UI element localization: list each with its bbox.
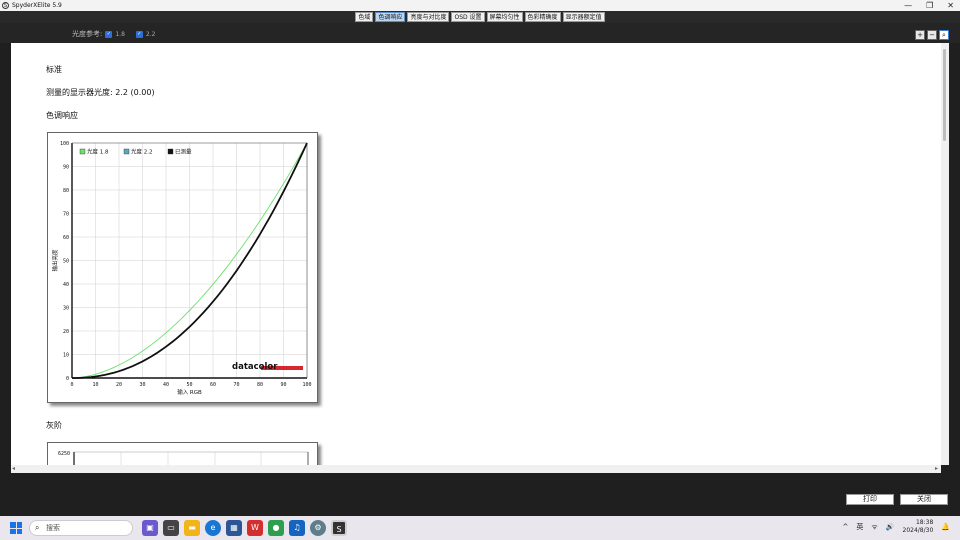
app-logo-icon: S bbox=[2, 2, 9, 9]
legend-swatch bbox=[123, 148, 130, 155]
zoom-fit-icon[interactable]: ⌕ bbox=[939, 30, 949, 40]
grayscale-svg: 6250 bbox=[58, 451, 309, 465]
legend-label: 已测量 bbox=[175, 148, 192, 156]
gamma-2-2-checkbox[interactable]: ✓ bbox=[135, 30, 143, 38]
x-tick-label: 0 bbox=[70, 382, 73, 388]
y-tick-label: 60 bbox=[63, 235, 69, 241]
x-tick-label: 80 bbox=[257, 382, 263, 388]
scroll-right-icon[interactable]: ▸ bbox=[935, 465, 938, 472]
tab-brightness-contrast[interactable]: 亮度与对比度 bbox=[407, 12, 450, 22]
tone-response-chart: 0 10 20 30 40 50 60 70 80 90 100 0 10 20 30 40 50 60 70 80 9… bbox=[47, 132, 318, 403]
taskbar-clock[interactable]: 18:38 2024/8/30 bbox=[903, 519, 934, 535]
close-button[interactable]: 关闭 bbox=[900, 494, 948, 505]
print-button[interactable]: 打印 bbox=[846, 494, 894, 505]
x-tick-label: 50 bbox=[186, 382, 192, 388]
close-window-button[interactable]: ✕ bbox=[947, 0, 954, 11]
x-tick-label: 60 bbox=[210, 382, 216, 388]
ime-indicator[interactable]: 英 bbox=[856, 522, 863, 532]
report-tabs: 色域 色调响应 亮度与对比度 OSD 设置 屏幕均匀性 色彩精确度 显示器额定值 bbox=[0, 11, 960, 23]
minimize-button[interactable]: — bbox=[904, 0, 912, 11]
gamma-1-8-label: 1.8 bbox=[115, 30, 125, 38]
start-button-icon[interactable] bbox=[10, 522, 22, 534]
volume-icon[interactable]: 🔊 bbox=[886, 523, 895, 531]
datacolor-watermark: datacolor bbox=[232, 362, 278, 372]
legend-label: 光度 1.8 bbox=[87, 148, 109, 156]
y-tick-label: 20 bbox=[63, 329, 69, 335]
window-title: SpyderXElite 5.9 bbox=[12, 2, 62, 9]
y-tick-label: 40 bbox=[63, 282, 69, 288]
grayscale-chart: 6250 bbox=[47, 442, 318, 465]
vertical-scrollbar[interactable] bbox=[941, 43, 949, 465]
clock-date: 2024/8/30 bbox=[902, 527, 934, 534]
clock-time: 18:38 bbox=[915, 519, 934, 526]
taskbar: ⌕ 搜索 ▣ ▭ ▬ e ▦ W ● ♫ ⚙ S ^ 英 ᯤ 🔊 18:38 2… bbox=[0, 516, 960, 540]
search-placeholder: 搜索 bbox=[46, 524, 60, 532]
x-tick-label: 30 bbox=[139, 382, 145, 388]
horizontal-scrollbar[interactable]: ◂ ▸ bbox=[11, 465, 941, 473]
y-tick-label: 30 bbox=[63, 306, 69, 312]
tab-gamut[interactable]: 色域 bbox=[355, 12, 374, 22]
x-tick-label: 90 bbox=[280, 382, 286, 388]
x-tick-label: 40 bbox=[163, 382, 169, 388]
y-tick-label: 100 bbox=[60, 141, 69, 147]
edge-browser-icon[interactable]: e bbox=[205, 520, 221, 536]
bottom-panel bbox=[0, 473, 960, 516]
title-bar: S SpyderXElite 5.9 — ❐ ✕ bbox=[0, 0, 960, 11]
wps-office-icon[interactable]: W bbox=[247, 520, 263, 536]
tab-tone-response[interactable]: 色调响应 bbox=[375, 12, 406, 22]
search-icon: ⌕ bbox=[35, 523, 40, 532]
notification-bell-icon[interactable]: 🔔 bbox=[941, 523, 950, 531]
spyder-app-icon[interactable]: S bbox=[331, 520, 347, 536]
y-axis-label: 输出亮度 bbox=[51, 249, 59, 272]
legend-label: 光度 2.2 bbox=[131, 148, 153, 156]
gamma-reference-label: 光度参考: bbox=[72, 30, 103, 38]
report-toolbar: 光度参考: ✓ 1.8 ✓ 2.2 + − ⌕ bbox=[0, 23, 960, 43]
store-icon[interactable]: ▦ bbox=[226, 520, 242, 536]
y-tick-label: 10 bbox=[63, 353, 69, 359]
zoom-out-icon[interactable]: − bbox=[927, 30, 937, 40]
y-tick-label: 90 bbox=[63, 165, 69, 171]
x-tick-label: 100 bbox=[302, 382, 311, 388]
measured-gamma: 测量的显示器光度: 2.2 (0.00) bbox=[46, 87, 155, 98]
vertical-scroll-thumb[interactable] bbox=[943, 49, 946, 141]
music-app-icon[interactable]: ♫ bbox=[289, 520, 305, 536]
y-tick-label: 80 bbox=[63, 188, 69, 194]
x-tick-label: 70 bbox=[233, 382, 239, 388]
report-content: 标准 测量的显示器光度: 2.2 (0.00) 色调响应 0 10 20 30 40 50… bbox=[11, 43, 941, 465]
x-axis-label: 输入 RGB bbox=[177, 388, 202, 396]
widgets-icon[interactable]: ▣ bbox=[142, 520, 158, 536]
wechat-icon[interactable]: ● bbox=[268, 520, 284, 536]
tab-display-rating[interactable]: 显示器额定值 bbox=[562, 12, 605, 22]
gamma-1-8-checkbox[interactable]: ✓ bbox=[105, 30, 113, 38]
zoom-in-icon[interactable]: + bbox=[915, 30, 925, 40]
measured-gamma-label: 测量的显示器光度: bbox=[46, 88, 113, 97]
tray-chevron-icon[interactable]: ^ bbox=[843, 523, 849, 531]
maximize-button[interactable]: ❐ bbox=[926, 0, 933, 11]
task-view-icon[interactable]: ▭ bbox=[163, 520, 179, 536]
y-tick-label: 50 bbox=[63, 259, 69, 265]
y-tick-label: 70 bbox=[63, 212, 69, 218]
tab-screen-uniformity[interactable]: 屏幕均匀性 bbox=[486, 12, 523, 22]
x-tick-label: 10 bbox=[92, 382, 98, 388]
tab-osd-settings[interactable]: OSD 设置 bbox=[451, 12, 485, 22]
gamma-2-2-label: 2.2 bbox=[145, 30, 156, 38]
legend-swatch bbox=[167, 148, 174, 155]
taskbar-search[interactable]: ⌕ 搜索 bbox=[29, 520, 133, 536]
legend-swatch bbox=[79, 148, 86, 155]
grayscale-title: 灰阶 bbox=[46, 421, 62, 430]
x-tick-label: 20 bbox=[116, 382, 122, 388]
file-explorer-icon[interactable]: ▬ bbox=[184, 520, 200, 536]
tone-response-title: 色调响应 bbox=[46, 111, 78, 120]
section-title: 标准 bbox=[46, 65, 62, 74]
grayscale-ytick: 6250 bbox=[58, 451, 70, 457]
scroll-left-icon[interactable]: ◂ bbox=[12, 465, 15, 472]
settings-gear-icon[interactable]: ⚙ bbox=[310, 520, 326, 536]
wifi-icon[interactable]: ᯤ bbox=[871, 523, 877, 532]
tone-response-svg: 0 10 20 30 40 50 60 70 80 90 100 0 10 20 30 40 50 60 70 80 9… bbox=[51, 141, 312, 396]
tab-color-accuracy[interactable]: 色彩精确度 bbox=[524, 12, 561, 22]
measured-gamma-value: 2.2 (0.00) bbox=[115, 88, 155, 97]
y-tick-label: 0 bbox=[66, 376, 69, 382]
